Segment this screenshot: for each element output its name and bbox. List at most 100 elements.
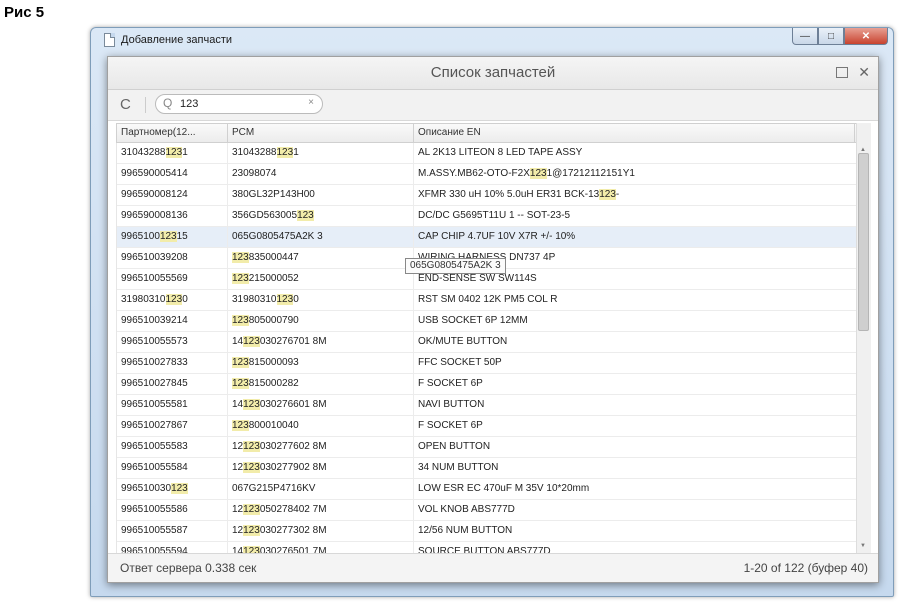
cell-desc: RST SM 0402 12K PM5 COL R [418,294,558,305]
table-row[interactable]: 996510055584 12123030277902 8M 34 NUM BUTT… [117,458,857,479]
dialog-header: Список запчастей ✕ [108,57,878,90]
cell-desc: SOURCE BUTTON ABS777D [418,546,551,553]
column-header-pcm[interactable]: PCM [228,124,414,142]
table-row[interactable]: 996510055581 14123030276601 8M NAVI BUTTON [117,395,857,416]
dialog-controls: ✕ [836,64,870,81]
cell-desc: OK/MUTE BUTTON [418,336,508,347]
cell-desc: CAP CHIP 4.7UF 10V X7R +/- 10% [418,231,576,242]
cell-part: 996510039214 [117,311,228,331]
figure-label: Рис 5 [4,4,45,21]
status-bar: Ответ сервера 0.338 сек 1-20 of 122 (буф… [108,553,878,582]
cell-desc: USB SOCKET 6P 12MM [418,315,528,326]
toolbar: C Q × [108,90,878,121]
cell-pcm: 23098074 [228,164,414,184]
cell-pcm: 123815000282 [228,374,414,394]
table-row[interactable]: 319803101230 319803101230 RST SM 0402 12K … [117,290,857,311]
search-box: Q × [155,94,323,114]
cell-desc: OPEN BUTTON [418,441,491,452]
grid-body: 310432881231 310432881231 AL 2K13 LITEON 8… [116,143,865,553]
cell-part: 996590005414 [117,164,228,184]
cell-pcm: 14123030276501 7M [228,542,414,553]
paging-info: 1-20 of 122 (буфер 40) [743,561,868,575]
table-row[interactable]: 996510027845 123815000282 F SOCKET 6P [117,374,857,395]
cell-tooltip: 065G0805475A2K 3 [405,258,506,274]
parts-list-dialog: Список запчастей ✕ C Q × Партномер(12...… [107,56,879,583]
table-row[interactable]: 996590005414 23098074 M.ASSY.MB62-OTO-F2X1… [117,164,857,185]
cell-desc: VOL KNOB ABS777D [418,504,515,515]
table-row[interactable]: 996510030123 067G215P4716KV LOW ESR EC 470… [117,479,857,500]
cell-desc: FFC SOCKET 50P [418,357,502,368]
table-row[interactable]: 310432881231 310432881231 AL 2K13 LITEON 8… [117,143,857,164]
table-row[interactable]: 996510027833 123815000093 FFC SOCKET 50P [117,353,857,374]
table-row[interactable]: 996590008124 380GL32P143H00 XFMR 330 uH 10… [117,185,857,206]
table-row[interactable]: 996590008136 356GD563005123 DC/DC G5695T11… [117,206,857,227]
cell-part: 996510055583 [117,437,228,457]
cell-desc: M.ASSY.MB62-OTO-F2X1231@17212112151Y1 [418,168,635,179]
cell-pcm: 380GL32P143H00 [228,185,414,205]
document-icon [104,33,115,47]
cell-part: 319803101230 [117,290,228,310]
vertical-scrollbar[interactable]: ▲ ▼ [856,123,871,553]
table-row[interactable]: 996510055573 14123030276701 8M OK/MUTE BUT… [117,332,857,353]
cell-desc: 34 NUM BUTTON [418,462,499,473]
search-icon: Q [163,96,173,110]
cell-part: 996590008136 [117,206,228,226]
cell-desc: XFMR 330 uH 10% 5.0uH ER31 BCK-13123- [418,189,620,200]
close-window-button[interactable]: ✕ [844,28,888,45]
clear-icon[interactable]: × [308,97,314,108]
cell-pcm: 319803101230 [228,290,414,310]
column-header-part[interactable]: Партномер(12... [117,124,228,142]
maximize-button[interactable]: □ [818,28,844,45]
cell-pcm: 14123030276601 8M [228,395,414,415]
window-controls: — □ ✕ [792,28,888,46]
search-input[interactable] [180,96,300,112]
cell-pcm: 12123030277902 8M [228,458,414,478]
cell-part: 996510027867 [117,416,228,436]
cell-part: 996510055594 [117,542,228,553]
cell-desc: NAVI BUTTON [418,399,485,410]
cell-pcm: 123835000447 [228,248,414,268]
cell-pcm: 14123030276701 8M [228,332,414,352]
cell-part: 996510027845 [117,374,228,394]
cell-pcm: 12123030277302 8M [228,521,414,541]
table-row[interactable]: 996510012315 065G0805475A2K 3 CAP CHIP 4.7… [117,227,857,248]
outer-titlebar: Добавление запчасти — □ ✕ [91,28,893,52]
cell-part: 996510055573 [117,332,228,352]
cell-part: 996510030123 [117,479,228,499]
close-icon[interactable]: ✕ [858,64,870,81]
cell-part: 996510055569 [117,269,228,289]
cell-desc: AL 2K13 LITEON 8 LED TAPE ASSY [418,147,583,158]
maximize-icon[interactable] [836,67,849,78]
cell-pcm: 123805000790 [228,311,414,331]
scroll-thumb[interactable] [858,153,869,331]
table-row[interactable]: 996510027867 123800010040 F SOCKET 6P [117,416,857,437]
grid-header: Партномер(12... PCM Описание EN [116,123,864,143]
server-response-time: Ответ сервера 0.338 сек [120,561,257,575]
cell-pcm: 12123050278402 7M [228,500,414,520]
table-row[interactable]: 996510055583 12123030277602 8M OPEN BUTTON [117,437,857,458]
table-row[interactable]: 996510039214 123805000790 USB SOCKET 6P 12… [117,311,857,332]
column-header-desc[interactable]: Описание EN [414,124,855,142]
table-row[interactable]: 996510055586 12123050278402 7M VOL KNOB AB… [117,500,857,521]
cell-part: 996510055581 [117,395,228,415]
cell-pcm: 12123030277602 8M [228,437,414,457]
cell-pcm: 123815000093 [228,353,414,373]
table-row[interactable]: 996510055587 12123030277302 8M 12/56 NUM B… [117,521,857,542]
dialog-title: Список запчастей [430,64,556,81]
scroll-down-icon[interactable]: ▼ [860,543,866,549]
cell-pcm: 356GD563005123 [228,206,414,226]
table-row[interactable]: 996510055594 14123030276501 7M SOURCE BUTT… [117,542,857,553]
cell-desc: 12/56 NUM BUTTON [418,525,513,536]
cell-desc: F SOCKET 6P [418,420,483,431]
cell-part: 996510012315 [117,227,228,247]
cell-part: 996510039208 [117,248,228,268]
cell-pcm: 310432881231 [228,143,414,163]
cell-desc: F SOCKET 6P [418,378,483,389]
cell-pcm: 123215000052 [228,269,414,289]
cell-part: 996510027833 [117,353,228,373]
cell-pcm: 065G0805475A2K 3 [228,227,414,247]
cell-part: 996510055587 [117,521,228,541]
minimize-button[interactable]: — [792,28,818,45]
refresh-icon[interactable]: C [120,96,131,113]
toolbar-separator [145,97,146,113]
